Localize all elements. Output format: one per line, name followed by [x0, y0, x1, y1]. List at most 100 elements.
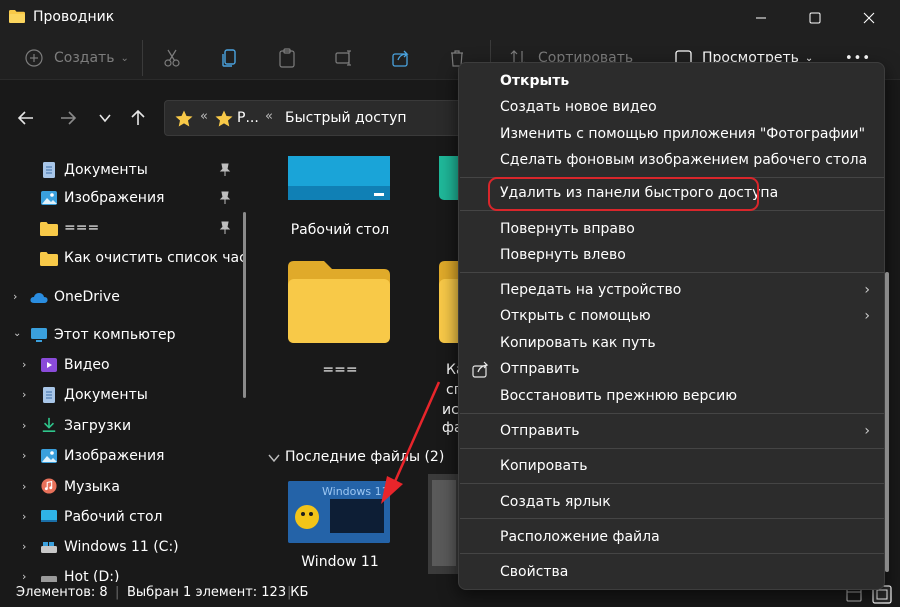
- sidebar-item-music[interactable]: › Музыка: [0, 473, 240, 501]
- sidebar-item-pictures[interactable]: Изображения: [0, 184, 240, 212]
- chevron-down-icon[interactable]: ⌄: [13, 329, 23, 339]
- menu-item-rotate-right[interactable]: Повернуть вправо: [460, 216, 884, 242]
- title-bar: Проводник: [0, 0, 900, 36]
- video-icon: [41, 358, 57, 372]
- sidebar-item-drive-c[interactable]: › Windows 11 (C:): [0, 533, 240, 561]
- sidebar-item-pictures[interactable]: › Изображения: [0, 442, 240, 470]
- sidebar-item-documents[interactable]: › Документы: [0, 381, 240, 409]
- rename-button[interactable]: [334, 44, 354, 72]
- arrow-up-icon: [131, 109, 145, 125]
- share-button[interactable]: [391, 44, 411, 72]
- menu-separator: [460, 448, 884, 449]
- recent-locations-button[interactable]: [93, 106, 117, 130]
- cloud-icon: [30, 293, 48, 303]
- annotation-arrow: [381, 381, 441, 504]
- arrow-left-icon: [17, 111, 33, 125]
- folder-icon: [40, 222, 58, 236]
- chevron-right-icon[interactable]: ›: [22, 389, 32, 400]
- close-icon: [863, 12, 875, 24]
- content-scrollbar[interactable]: [885, 272, 889, 572]
- menu-item-create-video[interactable]: Создать новое видео: [460, 94, 884, 120]
- drive-icon: [41, 576, 57, 582]
- sidebar-item-drive-d[interactable]: › Hot (D:): [0, 563, 240, 582]
- scissors-icon: [164, 49, 180, 67]
- menu-item-open-with[interactable]: Открыть с помощью ›: [460, 303, 884, 329]
- menu-item-copy-as-path[interactable]: Копировать как путь: [460, 330, 884, 356]
- breadcrumb-item[interactable]: Р...: [237, 110, 259, 126]
- character-image-icon: [295, 505, 319, 529]
- breadcrumb-overflow-icon[interactable]: «: [200, 109, 208, 124]
- star-icon: [175, 110, 193, 127]
- music-folder-icon[interactable]: [439, 156, 459, 200]
- menu-item-share[interactable]: Отправить: [460, 356, 884, 382]
- menu-item-rotate-left[interactable]: Повернуть влево: [460, 242, 884, 268]
- highlight-annotation: [488, 177, 759, 211]
- share-icon: [392, 50, 409, 67]
- menu-item-restore-previous[interactable]: Восстановить прежнюю версию: [460, 383, 884, 409]
- copy-button[interactable]: [220, 44, 240, 72]
- folder-icon[interactable]: [439, 261, 459, 343]
- sidebar-item-this-pc[interactable]: ⌄ Этот компьютер: [0, 321, 240, 349]
- chevron-right-icon[interactable]: ›: [22, 571, 32, 582]
- chevron-right-icon[interactable]: ›: [22, 481, 32, 492]
- recent-file-thumbnail[interactable]: Windows 11: [288, 481, 390, 543]
- sidebar-item-folder[interactable]: ===: [0, 214, 240, 242]
- menu-item-copy[interactable]: Копировать: [460, 453, 884, 479]
- folder-icon[interactable]: [288, 261, 390, 343]
- recent-file-label: Window 11: [301, 554, 379, 570]
- up-button[interactable]: [126, 106, 150, 130]
- menu-item-properties[interactable]: Свойства: [460, 559, 884, 585]
- sidebar-item-label: OneDrive: [54, 289, 120, 305]
- menu-separator: [460, 553, 884, 554]
- desktop-icon: [41, 510, 57, 522]
- sidebar-item-documents[interactable]: Документы: [0, 156, 240, 184]
- breadcrumb-current[interactable]: Быстрый доступ: [285, 110, 407, 126]
- copy-icon: [222, 49, 236, 67]
- forward-button[interactable]: [56, 106, 80, 130]
- desktop-folder-icon[interactable]: [288, 156, 390, 204]
- minimize-icon: [756, 17, 766, 19]
- share-icon: [472, 361, 489, 378]
- menu-item-file-location[interactable]: Расположение файла: [460, 524, 884, 550]
- minimize-button[interactable]: [738, 0, 784, 36]
- menu-item-create-shortcut[interactable]: Создать ярлык: [460, 489, 884, 515]
- back-button[interactable]: [14, 106, 38, 130]
- chevron-right-icon[interactable]: ›: [22, 511, 32, 522]
- sidebar-item-label: Видео: [64, 357, 110, 373]
- sidebar-item-folder[interactable]: Как очистить список часто: [0, 244, 245, 272]
- address-bar[interactable]: « Р... « Быстрый доступ: [164, 100, 474, 136]
- sidebar-scrollbar[interactable]: [243, 212, 246, 398]
- paste-button[interactable]: [277, 44, 297, 72]
- menu-item-open[interactable]: Открыть: [460, 68, 884, 94]
- chevron-down-icon: [99, 114, 111, 123]
- close-button[interactable]: [846, 0, 892, 36]
- tile-label: ===: [322, 362, 358, 378]
- chevron-right-icon[interactable]: ›: [22, 450, 32, 461]
- drive-icon: [41, 542, 57, 553]
- menu-item-cast-to-device[interactable]: Передать на устройство ›: [460, 277, 884, 303]
- menu-separator: [460, 413, 884, 414]
- sidebar-item-label: ===: [64, 220, 100, 236]
- toolbar-divider: [142, 40, 143, 76]
- chevron-down-icon[interactable]: [268, 453, 280, 463]
- chevron-right-icon[interactable]: ›: [22, 420, 32, 431]
- sidebar-item-label: Изображения: [64, 448, 165, 464]
- tile-label: сп: [446, 382, 463, 398]
- menu-item-set-wallpaper[interactable]: Сделать фоновым изображением рабочего ст…: [460, 147, 884, 173]
- sidebar-item-onedrive[interactable]: › OneDrive: [0, 283, 240, 311]
- maximize-button[interactable]: [792, 0, 838, 36]
- status-divider: |: [115, 585, 120, 600]
- chevron-right-icon[interactable]: ›: [22, 359, 32, 370]
- rename-icon: [335, 50, 351, 66]
- cut-button[interactable]: [162, 44, 182, 72]
- sidebar-item-desktop[interactable]: › Рабочий стол: [0, 503, 240, 531]
- sidebar-item-videos[interactable]: › Видео: [0, 351, 240, 379]
- chevron-down-icon: ⌄: [120, 52, 129, 64]
- computer-icon: [31, 328, 47, 342]
- menu-item-send-to[interactable]: Отправить ›: [460, 418, 884, 444]
- chevron-right-icon[interactable]: ›: [22, 541, 32, 552]
- chevron-right-icon[interactable]: ›: [13, 291, 23, 302]
- new-button[interactable]: Создать ⌄: [24, 44, 129, 72]
- sidebar-item-downloads[interactable]: › Загрузки: [0, 412, 240, 440]
- menu-item-edit-photos[interactable]: Изменить с помощью приложения "Фотографи…: [460, 121, 884, 147]
